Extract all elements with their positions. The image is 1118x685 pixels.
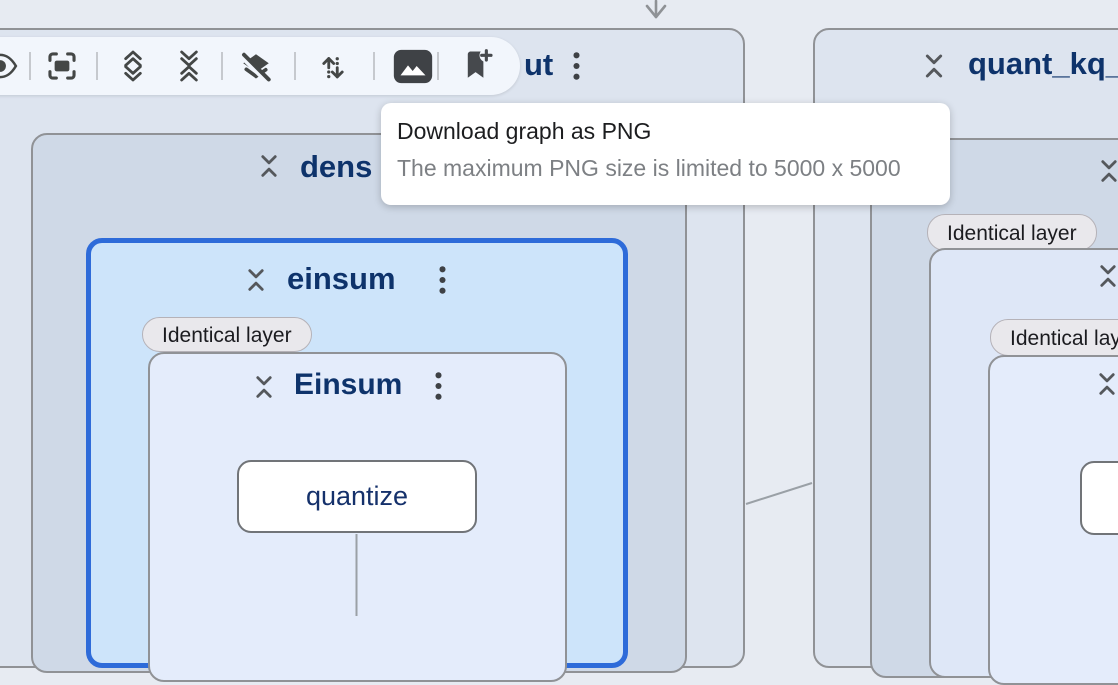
dense-layer-title: dens — [300, 149, 372, 185]
collapse-layer-icon[interactable] — [241, 265, 271, 295]
quant-kq-layer-title: quant_kq_ — [968, 46, 1118, 82]
toolbar-separator — [96, 52, 98, 80]
einsum-inner-menu-icon[interactable] — [434, 371, 443, 401]
edge-arrowhead — [647, 1, 665, 17]
identical-layer-badge: Identical layer — [990, 319, 1118, 356]
fit-to-screen-icon[interactable] — [45, 49, 79, 83]
toolbar-separator — [29, 52, 31, 80]
identical-layer-badge: Identical layer — [142, 317, 312, 352]
einsum-layer-title: einsum — [287, 261, 396, 297]
toolbar-separator — [221, 52, 223, 80]
download-png-icon[interactable] — [393, 49, 433, 84]
collapse-all-layers-icon[interactable] — [173, 50, 205, 82]
toolbar-separator — [294, 52, 296, 80]
visibility-icon[interactable] — [0, 50, 18, 82]
quantize-node[interactable]: quantize — [237, 460, 477, 533]
toolbar-separator — [437, 52, 439, 80]
einsum-inner-title: Einsum — [294, 368, 402, 402]
tooltip-title: Download graph as PNG — [397, 118, 934, 145]
identical-layer-badge: Identical layer — [927, 214, 1097, 251]
flatten-layers-off-icon[interactable] — [238, 49, 274, 85]
collapse-layer-icon[interactable] — [1093, 261, 1118, 291]
tooltip-subtitle: The maximum PNG size is limited to 5000 … — [397, 155, 934, 182]
swap-vertical-icon[interactable] — [316, 50, 350, 84]
graph-toolbar — [0, 37, 520, 95]
collapse-layer-icon[interactable] — [249, 372, 279, 402]
download-png-tooltip: Download graph as PNG The maximum PNG si… — [381, 103, 950, 205]
quantize-twin-node[interactable] — [1080, 461, 1118, 535]
outer-layer-title: ut — [524, 47, 553, 83]
collapse-layer-icon[interactable] — [254, 151, 284, 181]
outer-layer-menu-icon[interactable] — [572, 51, 581, 81]
expand-all-layers-icon[interactable] — [117, 50, 149, 82]
collapse-layer-icon[interactable] — [1094, 156, 1118, 186]
collapse-layer-icon[interactable] — [1092, 369, 1118, 399]
collapse-layer-icon[interactable] — [918, 50, 950, 82]
add-bookmark-icon[interactable] — [460, 48, 494, 82]
einsum-layer-menu-icon[interactable] — [438, 265, 447, 295]
toolbar-separator — [373, 52, 375, 80]
quantize-node-label: quantize — [306, 481, 408, 512]
